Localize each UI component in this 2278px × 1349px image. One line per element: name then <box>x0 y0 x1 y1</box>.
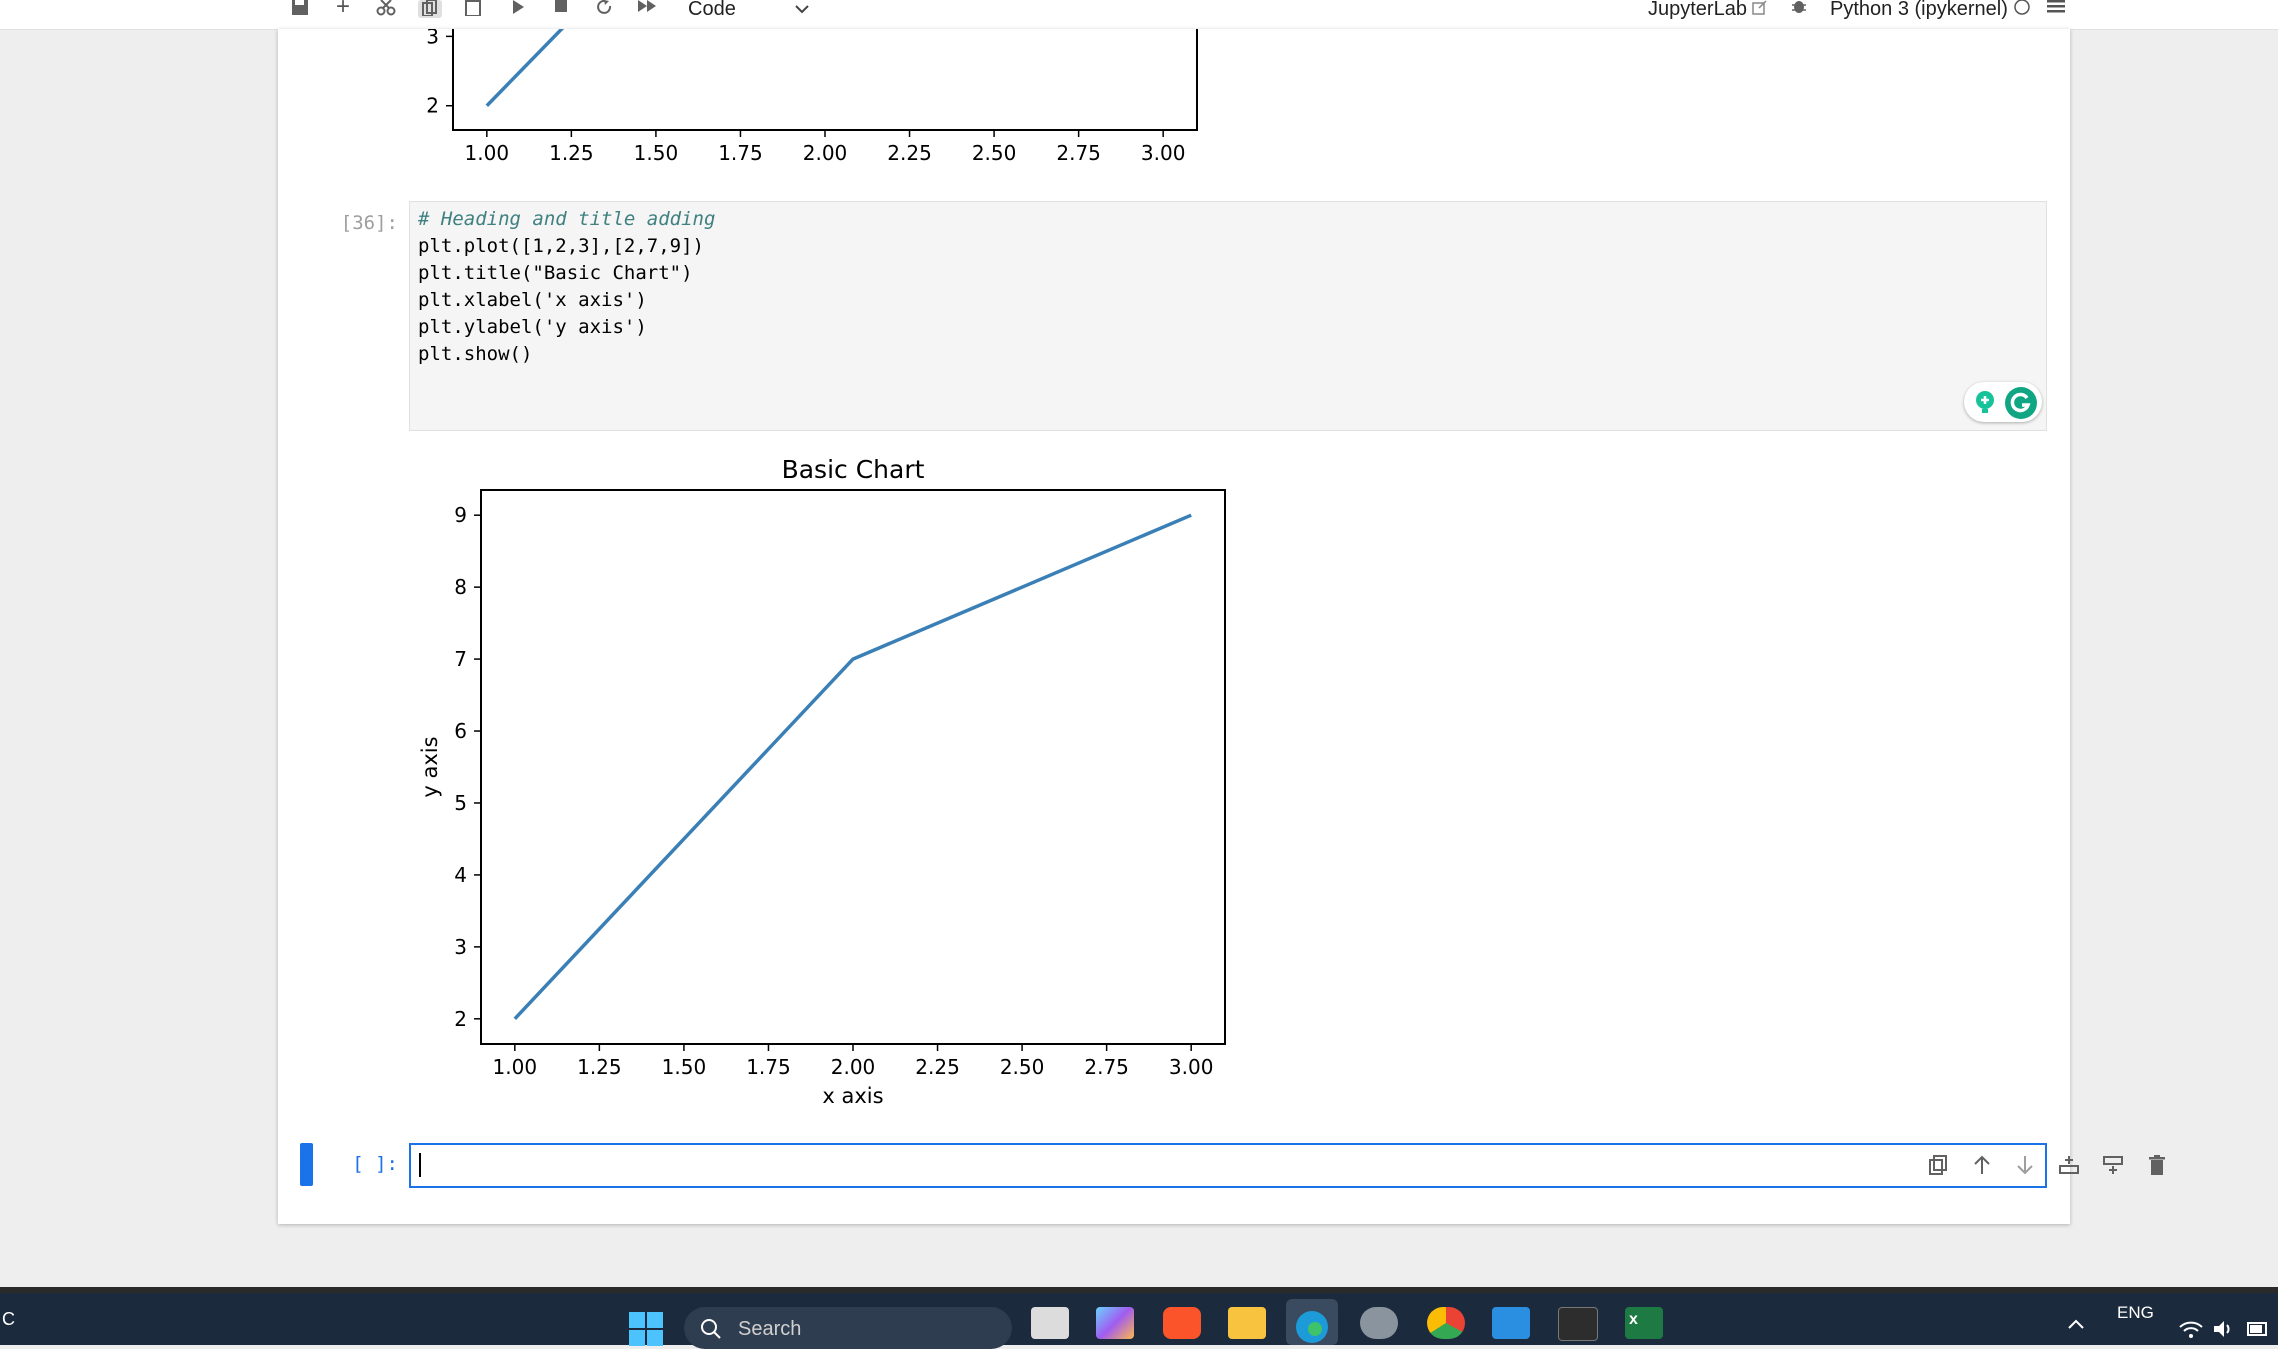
main-xtick-label: 2.00 <box>831 1055 876 1079</box>
edge-active-tab[interactable] <box>1286 1299 1338 1345</box>
main-ytick-label: 9 <box>454 503 467 527</box>
notebook-toolbar: + Code JupyterLab Python 3 (ipykernel) <box>0 0 2278 30</box>
restart-icon[interactable] <box>593 0 617 18</box>
move-down-icon[interactable] <box>2014 1154 2036 1176</box>
copy-icon[interactable] <box>418 0 442 18</box>
brave-icon[interactable] <box>1163 1307 1201 1339</box>
main-title: Basic Chart <box>782 455 925 484</box>
kernel-name[interactable]: Python 3 (ipykernel) <box>1830 0 2008 21</box>
main-xtick-label: 1.25 <box>577 1055 622 1079</box>
move-up-icon[interactable] <box>1971 1154 1993 1176</box>
taskbar: C Search x ENG <box>0 1287 2278 1349</box>
taskbar-search[interactable]: Search <box>684 1307 1012 1349</box>
main-xtick-label: 1.75 <box>746 1055 791 1079</box>
tray-chevron-up-icon[interactable] <box>2066 1317 2086 1331</box>
jupyterlab-link[interactable]: JupyterLab <box>1648 0 1747 21</box>
fast-forward-icon[interactable] <box>636 0 660 18</box>
cell-type-select[interactable]: Code <box>688 0 736 21</box>
main-plot-group <box>513 513 1192 1021</box>
main-series-line <box>513 513 1192 1021</box>
main-ytick-label: 5 <box>454 791 467 815</box>
empty-code-cell[interactable] <box>409 1143 2165 1188</box>
vscode-icon[interactable] <box>1492 1307 1530 1339</box>
windows-start-icon[interactable] <box>628 1311 664 1347</box>
main-ytick-label: 6 <box>454 719 467 743</box>
main-xlabel: x axis <box>822 1084 883 1108</box>
copilot-icon[interactable] <box>1096 1307 1134 1339</box>
run-icon[interactable] <box>506 0 530 18</box>
task-view-icon[interactable] <box>1031 1307 1069 1339</box>
settings-icon[interactable] <box>1360 1307 1398 1339</box>
cut-icon[interactable] <box>374 0 398 18</box>
grammarly-widget[interactable] <box>1964 382 2042 422</box>
stop-icon[interactable] <box>549 0 573 18</box>
volume-icon[interactable] <box>2212 1319 2236 1339</box>
delete-cell-icon[interactable] <box>2146 1154 2168 1176</box>
duplicate-cell-icon[interactable] <box>1927 1154 1949 1176</box>
search-icon <box>701 1319 721 1339</box>
save-icon[interactable] <box>288 0 312 18</box>
main-xtick-label: 2.75 <box>1084 1055 1129 1079</box>
file-explorer-icon[interactable] <box>1228 1307 1266 1339</box>
excel-icon[interactable]: x <box>1625 1307 1663 1339</box>
menu-icon[interactable] <box>2044 0 2068 18</box>
main-ylabel: y axis <box>418 736 442 797</box>
main-xtick-label: 1.50 <box>662 1055 707 1079</box>
debug-icon[interactable] <box>1787 0 1811 18</box>
terminal-icon[interactable] <box>1558 1307 1598 1341</box>
main-ytick-label: 3 <box>454 935 467 959</box>
main-xtick-label: 1.00 <box>493 1055 538 1079</box>
empty-cell-prompt: [ ]: <box>352 1153 398 1175</box>
weather-text[interactable]: C <box>2 1309 15 1330</box>
insert-below-icon[interactable] <box>2102 1154 2124 1176</box>
external-link-icon[interactable] <box>1748 0 1772 18</box>
main-axes-frame <box>480 489 1226 1045</box>
add-cell-icon[interactable]: + <box>331 0 355 19</box>
main-ytick-label: 7 <box>454 647 467 671</box>
chevron-down-icon[interactable] <box>790 0 814 18</box>
text-cursor <box>419 1153 421 1177</box>
main-xtick-label: 3.00 <box>1169 1055 1214 1079</box>
kernel-status-icon <box>2010 0 2034 18</box>
chrome-icon[interactable] <box>1427 1307 1465 1339</box>
edge-icon <box>1296 1311 1328 1343</box>
main-ytick-label: 2 <box>454 1007 467 1031</box>
notebook-panel: 1.00 1.25 1.50 1.75 2.00 2.25 2.50 2.75 3.00 2 3 [… <box>278 29 2165 1224</box>
grammarly-icon[interactable] <box>2004 386 2038 420</box>
lightbulb-icon[interactable] <box>1972 389 1998 415</box>
wifi-icon[interactable] <box>2178 1319 2204 1339</box>
basic-chart: 1.00 1.25 1.50 1.75 2.00 2.25 2.50 2.75 3.00 2 3 4 5… <box>418 455 1226 1108</box>
paste-icon[interactable] <box>461 0 485 18</box>
language-indicator[interactable]: ENG <box>2117 1303 2154 1323</box>
insert-above-icon[interactable] <box>2058 1154 2080 1176</box>
main-xtick-label: 2.50 <box>1000 1055 1045 1079</box>
main-xtick-label: 2.25 <box>915 1055 960 1079</box>
main-ytick-label: 8 <box>454 575 467 599</box>
battery-icon[interactable] <box>2246 1319 2270 1339</box>
search-placeholder: Search <box>738 1318 802 1340</box>
main-ytick-label: 4 <box>454 863 467 887</box>
